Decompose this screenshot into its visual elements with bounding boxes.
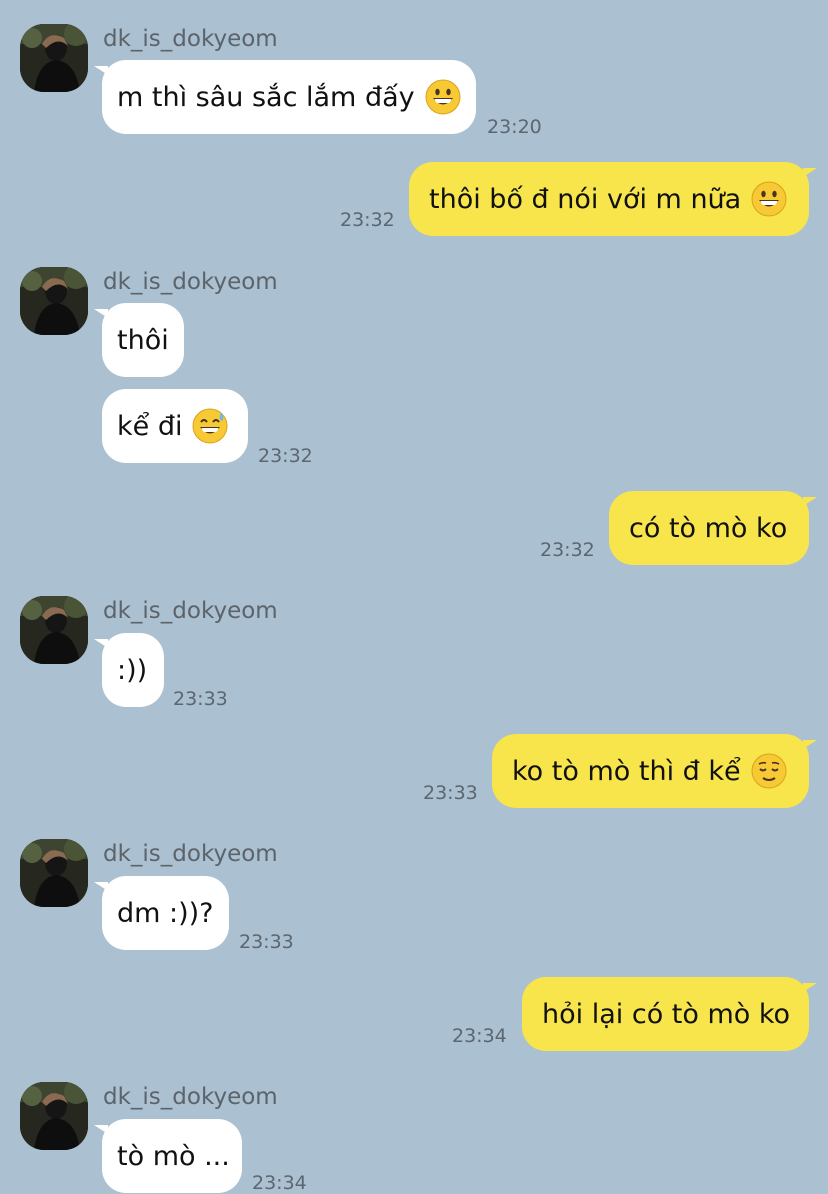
message-bubble-outgoing[interactable]: ko tò mò thì đ kể bbox=[492, 734, 817, 808]
message-timestamp: 23:32 bbox=[540, 539, 595, 561]
relieved-face-icon bbox=[751, 753, 787, 789]
message-timestamp: 23:34 bbox=[252, 1172, 307, 1194]
grinning-face-icon bbox=[425, 79, 461, 115]
message-bubble-outgoing[interactable]: hỏi lại có tò mò ko bbox=[522, 977, 817, 1051]
message-timestamp: 23:32 bbox=[258, 445, 313, 467]
message-bubble-incoming[interactable]: thôi bbox=[94, 303, 184, 377]
message-timestamp: 23:32 bbox=[340, 209, 395, 231]
contact-avatar[interactable] bbox=[20, 24, 88, 92]
message-timestamp: 23:34 bbox=[452, 1025, 507, 1047]
message-text: ko tò mò thì đ kể bbox=[512, 755, 741, 787]
message-text: có tò mò ko bbox=[629, 512, 788, 544]
message-timestamp: 23:33 bbox=[239, 931, 294, 953]
sender-name: dk_is_dokyeom bbox=[103, 598, 278, 624]
message-text: :)) bbox=[117, 654, 148, 686]
sender-name: dk_is_dokyeom bbox=[103, 26, 278, 52]
message-timestamp: 23:33 bbox=[173, 688, 228, 710]
message-timestamp: 23:33 bbox=[423, 782, 478, 804]
grinning-face-icon bbox=[751, 181, 787, 217]
message-text: m thì sâu sắc lắm đấy bbox=[117, 81, 415, 113]
message-text: thôi bố đ nói với m nữa bbox=[429, 183, 742, 215]
message-bubble-incoming[interactable]: m thì sâu sắc lắm đấy bbox=[94, 60, 476, 134]
sender-name: dk_is_dokyeom bbox=[103, 1084, 278, 1110]
message-text: tò mò ... bbox=[117, 1140, 230, 1172]
message-text: hỏi lại có tò mò ko bbox=[542, 998, 791, 1030]
message-timestamp: 23:20 bbox=[487, 116, 542, 138]
contact-avatar[interactable] bbox=[20, 267, 88, 335]
sender-name: dk_is_dokyeom bbox=[103, 269, 278, 295]
message-bubble-incoming[interactable]: tò mò ... bbox=[94, 1119, 242, 1193]
contact-avatar[interactable] bbox=[20, 1082, 88, 1150]
message-text: kể đi bbox=[117, 410, 183, 442]
message-bubble-incoming[interactable]: dm :))? bbox=[94, 876, 229, 950]
contact-avatar[interactable] bbox=[20, 596, 88, 664]
sender-name: dk_is_dokyeom bbox=[103, 841, 278, 867]
grinning-face-with-sweat-icon bbox=[192, 408, 228, 444]
message-bubble-outgoing[interactable]: có tò mò ko bbox=[609, 491, 817, 565]
message-bubble-incoming[interactable]: kể đi bbox=[102, 389, 248, 463]
message-bubble-outgoing[interactable]: thôi bố đ nói với m nữa bbox=[409, 162, 817, 236]
message-text: thôi bbox=[117, 324, 169, 356]
contact-avatar[interactable] bbox=[20, 839, 88, 907]
message-bubble-incoming[interactable]: :)) bbox=[94, 633, 164, 707]
message-text: dm :))? bbox=[117, 897, 214, 929]
